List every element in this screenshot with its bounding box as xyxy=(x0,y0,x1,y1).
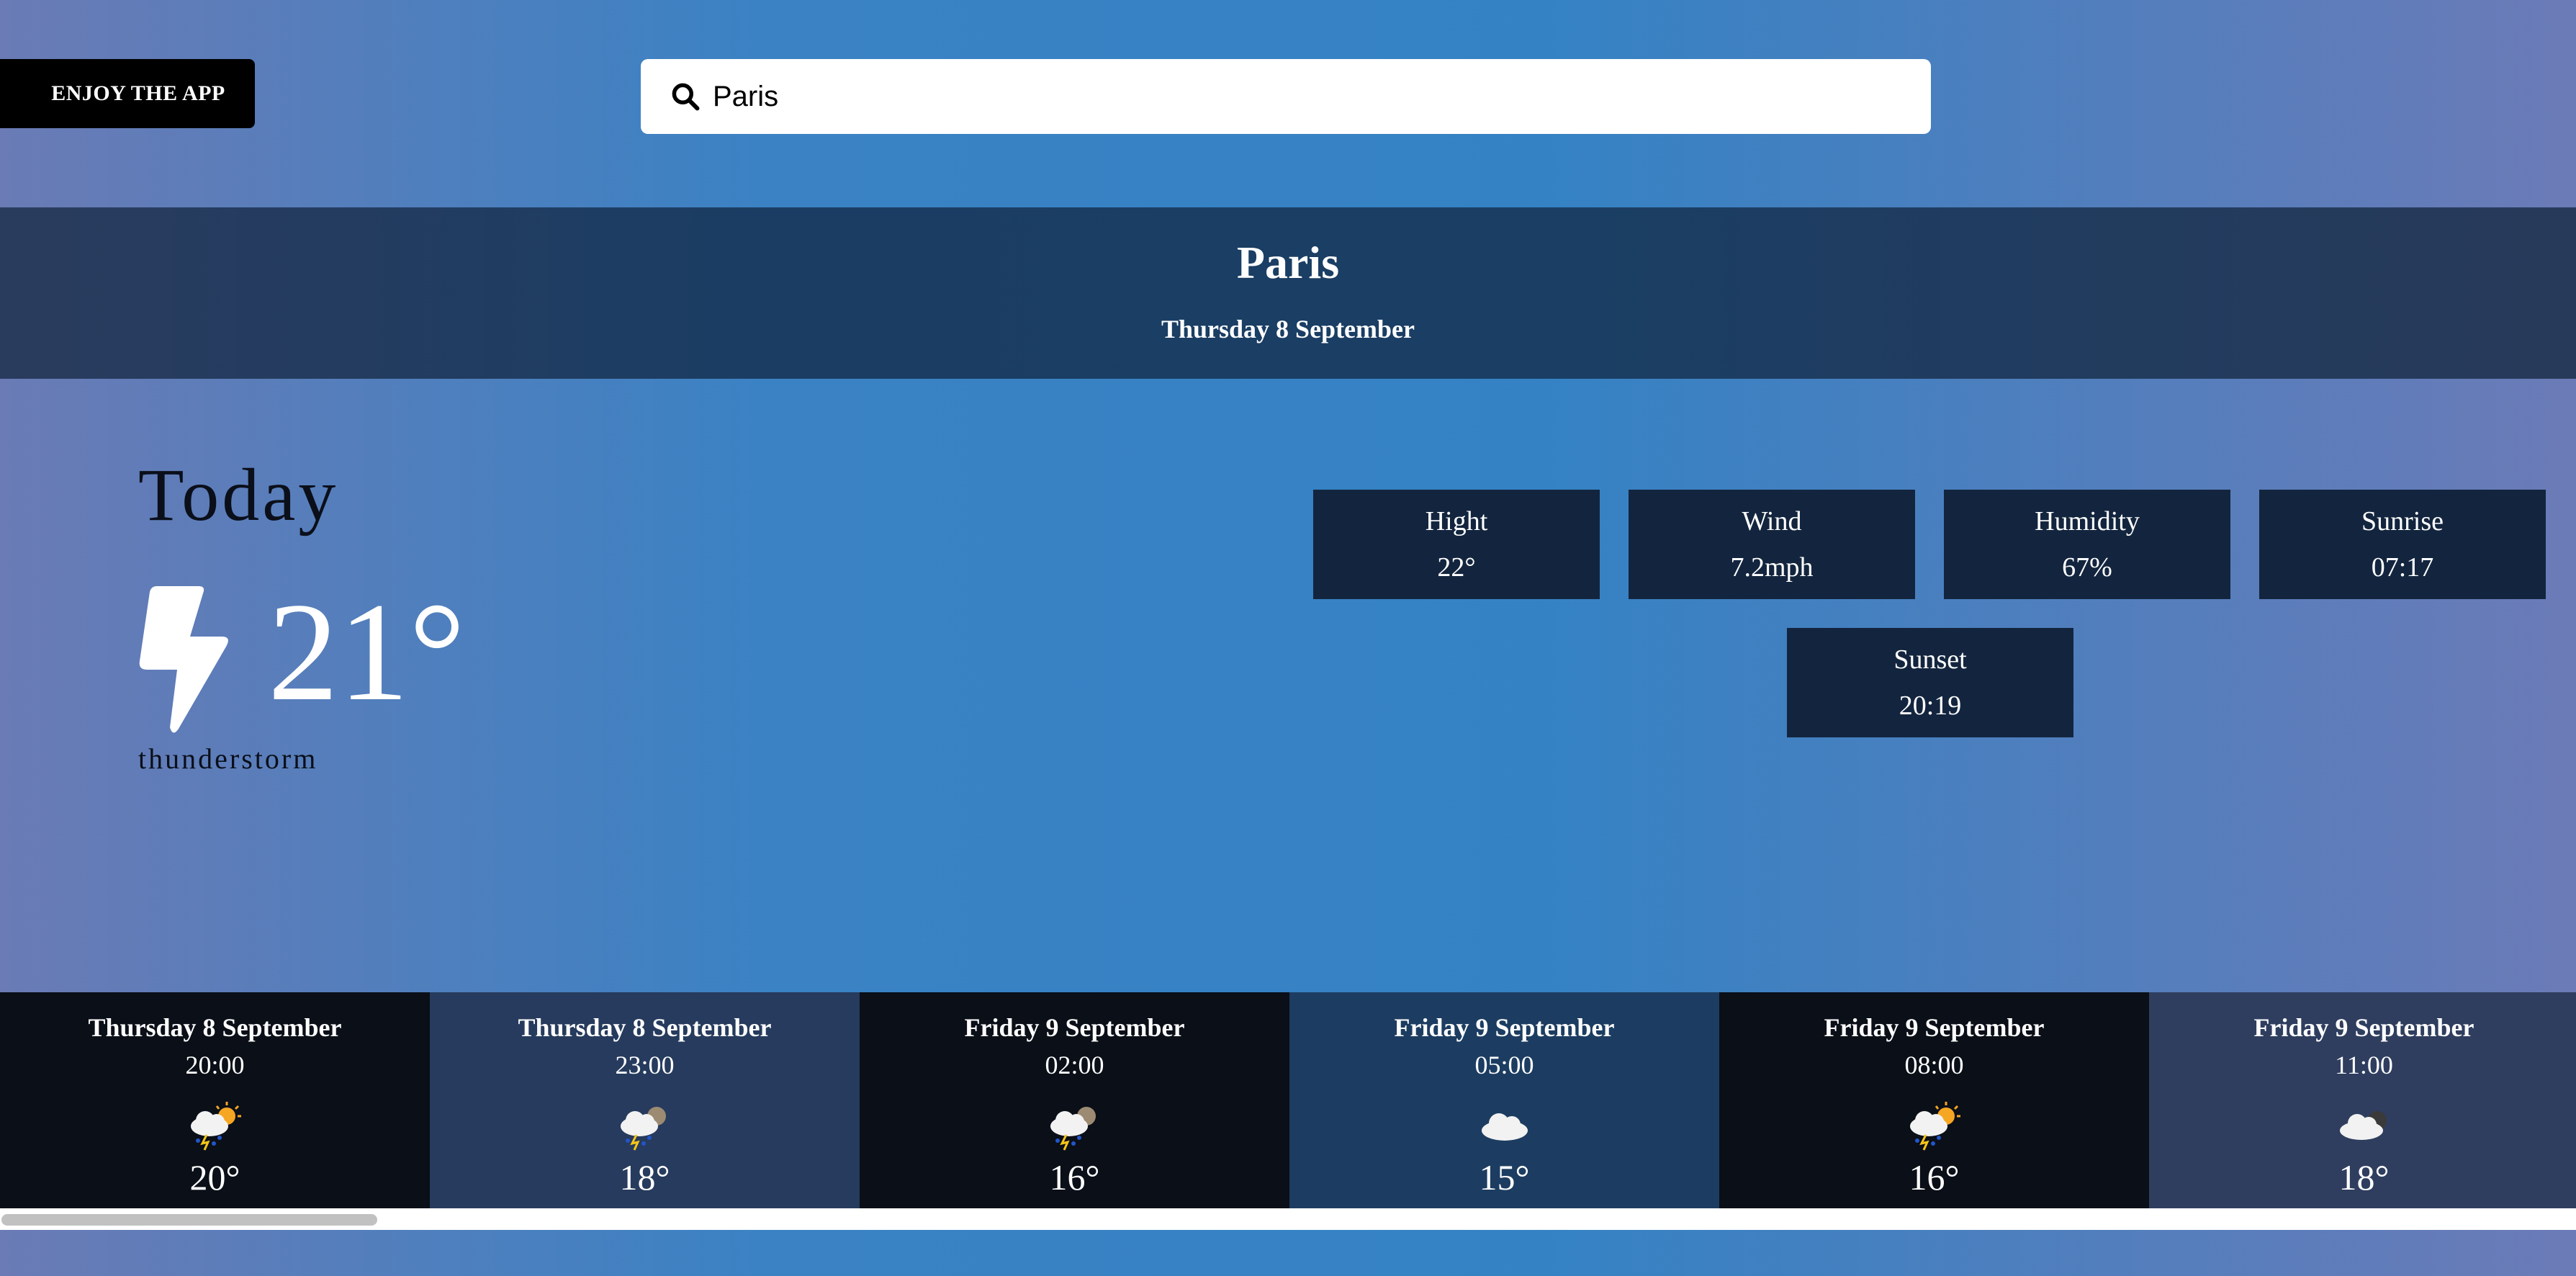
stat-label: Hight xyxy=(1425,506,1488,536)
forecast-temp: 16° xyxy=(1909,1157,1960,1198)
stat-high: Hight 22° xyxy=(1313,490,1600,599)
forecast-card: Friday 9 September 11:00 18° xyxy=(2149,992,2576,1208)
forecast-card: Thursday 8 September 20:00 20° xyxy=(0,992,430,1208)
stat-humidity: Humidity 67% xyxy=(1944,490,2230,599)
enjoy-app-button[interactable]: ENJOY THE APP xyxy=(0,59,255,128)
forecast-card: Thursday 8 September 23:00 18° xyxy=(430,992,860,1208)
stat-value: 07:17 xyxy=(2371,552,2434,583)
forecast-card: Friday 9 September 05:00 15° xyxy=(1289,992,1719,1208)
forecast-temp: 15° xyxy=(1479,1157,1530,1198)
scrollbar-thumb[interactable] xyxy=(1,1214,377,1226)
stat-value: 67% xyxy=(2062,552,2112,583)
storm-sun-icon xyxy=(1909,1102,1960,1151)
storm-sun-icon xyxy=(190,1102,241,1151)
search-input[interactable] xyxy=(711,79,1866,114)
forecast-time: 02:00 xyxy=(1045,1051,1104,1079)
forecast-time: 08:00 xyxy=(1904,1051,1964,1079)
forecast-card: Friday 9 September 02:00 16° xyxy=(860,992,1289,1208)
stat-value: 22° xyxy=(1437,552,1476,583)
city-date: Thursday 8 September xyxy=(1161,315,1415,343)
current-temperature: 21° xyxy=(268,574,466,730)
cloud-moon-icon xyxy=(2339,1111,2387,1140)
forecast-temp: 20° xyxy=(189,1157,240,1198)
forecast-date: Thursday 8 September xyxy=(518,1013,772,1042)
forecast-date: Thursday 8 September xyxy=(88,1013,342,1042)
forecast-date: Friday 9 September xyxy=(964,1013,1185,1042)
search-icon xyxy=(672,83,700,111)
stat-label: Sunrise xyxy=(2361,506,2444,536)
storm-moon-icon xyxy=(620,1107,666,1151)
forecast-temp: 16° xyxy=(1049,1157,1100,1198)
stat-wind: Wind 7.2mph xyxy=(1629,490,1915,599)
stat-label: Wind xyxy=(1742,506,1802,536)
city-name: Paris xyxy=(1236,237,1340,288)
city-banner: Paris Thursday 8 September xyxy=(0,207,2576,379)
forecast-strip[interactable]: Thursday 8 September 20:00 20° Thursday … xyxy=(0,992,2576,1208)
forecast-time: 20:00 xyxy=(185,1051,245,1079)
forecast-date: Friday 9 September xyxy=(1394,1013,1615,1042)
stat-sunrise: Sunrise 07:17 xyxy=(2259,490,2546,599)
forecast-time: 23:00 xyxy=(615,1051,675,1079)
forecast-date: Friday 9 September xyxy=(2253,1013,2474,1042)
forecast-time: 11:00 xyxy=(2335,1051,2393,1079)
forecast-card: Friday 9 September 08:00 16° xyxy=(1719,992,2149,1208)
forecast-date: Friday 9 September xyxy=(1824,1013,2045,1042)
stat-value: 7.2mph xyxy=(1730,552,1814,583)
stat-sunset: Sunset 20:19 xyxy=(1787,628,2073,737)
storm-moon-icon xyxy=(1050,1107,1096,1151)
lightning-bolt-icon xyxy=(139,586,228,733)
stat-label: Humidity xyxy=(2035,506,2140,536)
weather-condition: thunderstorm xyxy=(138,742,318,775)
forecast-temp: 18° xyxy=(2338,1157,2390,1198)
forecast-temp: 18° xyxy=(619,1157,670,1198)
stat-label: Sunset xyxy=(1893,644,1967,675)
cloud-icon xyxy=(1481,1113,1528,1141)
forecast-time: 05:00 xyxy=(1474,1051,1534,1079)
search-bar[interactable] xyxy=(641,59,1931,134)
forecast-scrollbar[interactable] xyxy=(0,1208,2576,1230)
stat-value: 20:19 xyxy=(1899,691,1962,721)
today-title: Today xyxy=(138,454,339,536)
